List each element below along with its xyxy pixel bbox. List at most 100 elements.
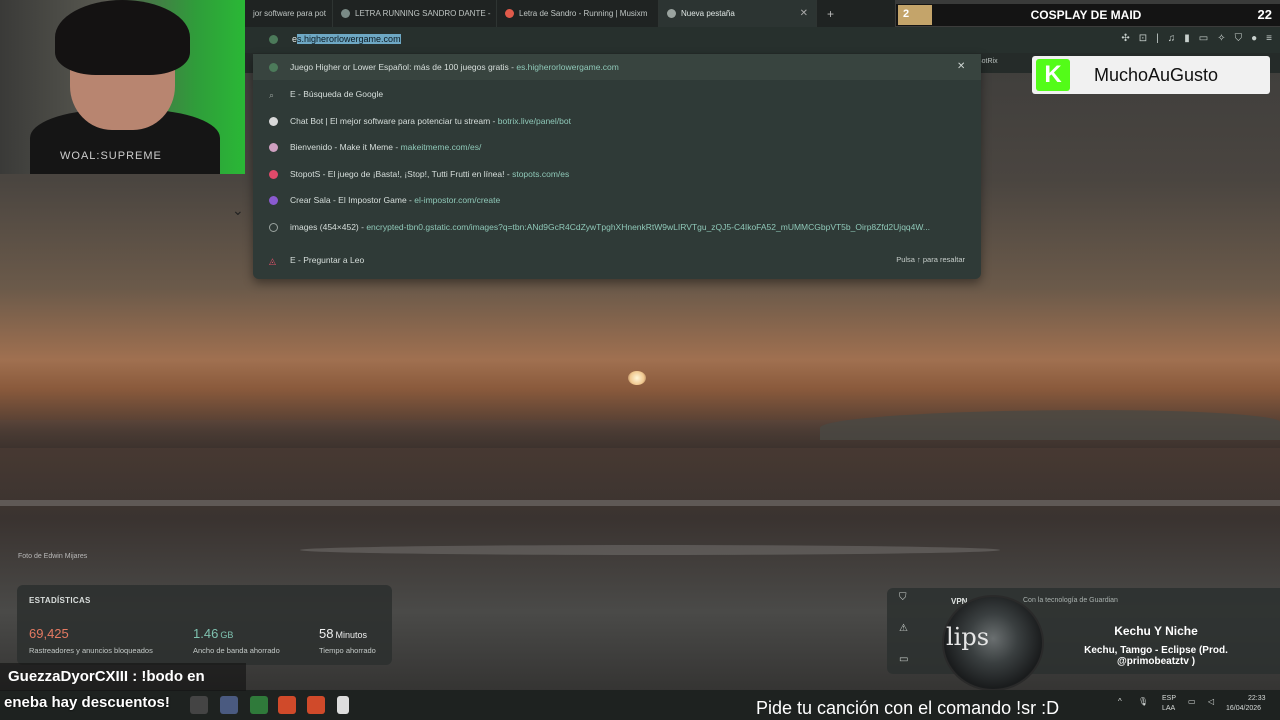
tab-label: Nueva pestaña xyxy=(681,9,735,18)
chat-message: GuezzaDyorCXIII : !bodo en xyxy=(0,663,246,691)
stat-value: 69,425 xyxy=(29,626,69,641)
clock-time[interactable]: 22:33 xyxy=(1248,695,1266,702)
app-icon[interactable] xyxy=(190,696,208,714)
app-icon[interactable] xyxy=(220,696,238,714)
tab-label: jor software para pot xyxy=(253,9,326,18)
stat-trackers: 69,425 Rastreadores y anuncios bloqueado… xyxy=(29,625,153,655)
suggestion-title: Bienvenido - Make it Meme xyxy=(290,142,393,152)
stats-panel: ESTADÍSTICAS 69,425 Rastreadores y anunc… xyxy=(17,585,392,665)
wave xyxy=(0,500,1280,506)
suggestion-item[interactable]: Crear Sala - El Impostor Game - el-impos… xyxy=(253,187,981,213)
address-input[interactable]: es.higherorlowergame.com xyxy=(292,34,401,44)
suggestion-item[interactable]: Juego Higher or Lower Español: más de 10… xyxy=(253,54,981,80)
shield-icon[interactable]: ⛉ xyxy=(899,592,907,603)
goal-target: 22 xyxy=(1257,7,1272,22)
close-tab-icon[interactable]: ✕ xyxy=(800,8,808,19)
tab-botrix[interactable]: jor software para pot xyxy=(245,0,333,27)
suggestion-url: encrypted-tbn0.gstatic.com/images?q=tbn:… xyxy=(366,222,931,232)
impostor-icon xyxy=(269,195,278,205)
stat-unit: Minutos xyxy=(335,630,367,640)
tray-chevron-icon[interactable]: ^ xyxy=(1118,697,1122,706)
musixmatch-icon xyxy=(505,9,514,18)
goal-title: COSPLAY DE MAID xyxy=(1030,8,1142,22)
photo-credit[interactable]: Foto de Edwin Mijares xyxy=(18,553,87,560)
suggestion-item[interactable]: ◬ E - Preguntar a Leo xyxy=(253,247,981,273)
extensions-icon[interactable]: ✣ xyxy=(1121,33,1129,44)
volume-icon[interactable]: ◁ xyxy=(1208,697,1214,706)
kick-badge: K MuchoAuGusto xyxy=(1032,56,1270,94)
microphone-icon[interactable]: 🎙 xyxy=(1138,697,1148,706)
language-code[interactable]: ESP xyxy=(1162,695,1176,702)
omnibox-suggestions: Juego Higher or Lower Español: más de 10… xyxy=(253,54,981,279)
brave-icon[interactable] xyxy=(278,696,296,714)
goal-current: 2 xyxy=(898,5,932,25)
app-icon[interactable] xyxy=(250,696,268,714)
suggestion-item[interactable]: Bienvenido - Make it Meme - makeitmeme.c… xyxy=(253,134,981,160)
stat-value: 58 xyxy=(319,626,334,641)
menu-icon[interactable]: ≡ xyxy=(1266,33,1272,44)
wave xyxy=(300,545,1000,555)
vpn-subtitle: Con la tecnología de Guardian xyxy=(1023,597,1118,604)
file-icon[interactable] xyxy=(337,696,349,714)
suggestion-title: Chat Bot | El mejor software para potenc… xyxy=(290,116,491,126)
leo-icon: ◬ xyxy=(269,255,276,266)
new-tab-button[interactable]: + xyxy=(817,7,844,21)
suggestion-url: makeitmeme.com/es/ xyxy=(400,142,482,152)
goal-bar: 2 COSPLAY DE MAID 22 xyxy=(896,4,1280,26)
streamer-hair xyxy=(55,0,190,75)
clock-date[interactable]: 16/04/2026 xyxy=(1226,705,1261,712)
song-request-banner: Pide tu canción con el comando !sr :D xyxy=(756,698,1060,718)
suggestion-url: el-impostor.com/create xyxy=(414,195,501,205)
tab-letra-running[interactable]: LETRA RUNNING SANDRO DANTE - xyxy=(333,0,497,27)
stat-unit: GB xyxy=(220,630,234,640)
network-icon[interactable]: ▭ xyxy=(1188,697,1196,706)
kick-username: MuchoAuGusto xyxy=(1094,65,1219,85)
brave-icon[interactable] xyxy=(307,696,325,714)
sun xyxy=(628,371,646,385)
wallet-icon[interactable]: ▭ xyxy=(1199,33,1208,44)
tab-label: LETRA RUNNING SANDRO DANTE - xyxy=(355,9,491,18)
webcam-feed: WOAL:SUPREME xyxy=(0,0,245,174)
language-layout[interactable]: LAA xyxy=(1162,705,1175,712)
tab-bar: jor software para pot LETRA RUNNING SAND… xyxy=(245,0,895,27)
shirt-print: WOAL:SUPREME xyxy=(60,150,162,162)
stat-bandwidth: 1.46 GB Ancho de banda ahorrado xyxy=(193,625,280,655)
suggestion-title: images (454×452) xyxy=(290,222,359,232)
kick-logo-icon: K xyxy=(1036,59,1070,91)
remove-suggestion-icon[interactable]: ✕ xyxy=(957,61,965,72)
tab-musixmatch[interactable]: Letra de Sandro - Running | Musixm xyxy=(497,0,659,27)
tab-new-tab[interactable]: Nueva pestaña ✕ xyxy=(659,0,817,27)
suggestion-title: E - Preguntar a Leo xyxy=(290,255,365,265)
tab-label: Letra de Sandro - Running | Musixm xyxy=(519,9,648,18)
stat-time: 58 Minutos Tiempo ahorrado xyxy=(319,625,376,655)
stat-label: Tiempo ahorrado xyxy=(319,646,376,655)
globe-icon xyxy=(341,9,350,18)
stat-value: 1.46 xyxy=(193,626,219,641)
suggestion-item[interactable]: images (454×452) - encrypted-tbn0.gstati… xyxy=(253,214,981,240)
shield-icon[interactable]: ⛉ xyxy=(1235,33,1243,44)
warning-icon[interactable]: ⚠ xyxy=(899,623,908,634)
suggestion-title: E - Búsqueda de Google xyxy=(290,89,384,99)
sidebar-icon[interactable]: ▮ xyxy=(1184,33,1190,44)
shield-icon xyxy=(667,9,676,18)
suggestion-hint: Pulsa ↑ para resaltar xyxy=(896,255,965,264)
suggestion-item[interactable]: StopotS - El juego de ¡Basta!, ¡Stop!, T… xyxy=(253,161,981,187)
screenshot-icon[interactable]: ⊡ xyxy=(1139,33,1147,44)
video-icon[interactable]: ▭ xyxy=(899,654,908,665)
chat-message: eneba hay descuentos! xyxy=(4,694,170,711)
stopots-icon xyxy=(269,169,278,179)
ai-icon[interactable]: ✧ xyxy=(1217,33,1225,44)
music-icon[interactable]: ♫ xyxy=(1168,33,1176,44)
profile-icon[interactable]: ● xyxy=(1251,33,1257,44)
stat-label: Ancho de banda ahorrado xyxy=(193,646,280,655)
suggestion-title: StopotS - El juego de ¡Basta!, ¡Stop!, T… xyxy=(290,169,505,179)
autocomplete-selection: s.higherorlowergame.com xyxy=(297,34,401,44)
address-bar: es.higherorlowergame.com ✣ ⊡ | ♫ ▮ ▭ ✧ ⛉… xyxy=(245,27,1280,53)
suggestion-url: es.higherorlowergame.com xyxy=(516,62,619,72)
now-playing-title: Kechu Y Niche xyxy=(1114,624,1198,638)
makeitmeme-icon xyxy=(269,142,278,152)
suggestion-item[interactable]: ⌕ E - Búsqueda de Google xyxy=(253,81,981,107)
site-icon xyxy=(269,62,278,72)
suggestion-item[interactable]: Chat Bot | El mejor software para potenc… xyxy=(253,108,981,134)
suggestion-title: Juego Higher or Lower Español: más de 10… xyxy=(290,62,509,72)
